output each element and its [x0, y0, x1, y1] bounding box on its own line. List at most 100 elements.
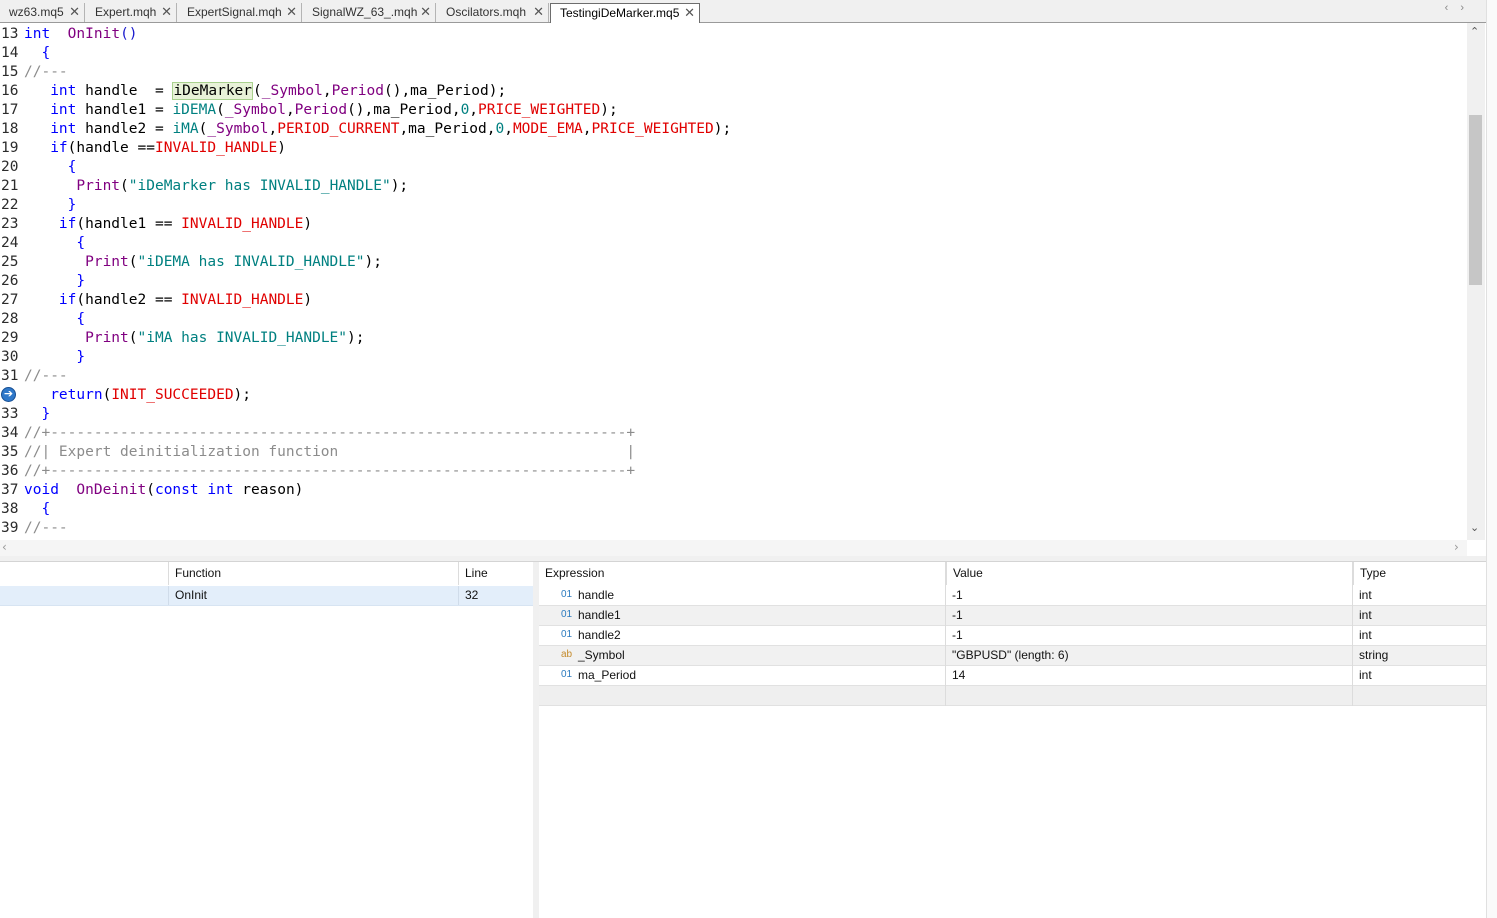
tab-oscilators[interactable]: Oscilators.mqh ✕ [437, 3, 549, 22]
code-token: //+-------------------------------------… [24, 425, 636, 441]
code-line[interactable]: 34 //+-----------------------------------… [0, 424, 1460, 443]
code-line[interactable]: 15 //--- [0, 63, 1460, 82]
code-line[interactable]: 18 int handle2 = iMA(_Symbol,PERIOD_CURR… [0, 120, 1460, 139]
code-text: } [24, 405, 50, 424]
code-line[interactable]: 27 if(handle2 == INVALID_HANDLE) [0, 291, 1460, 310]
chevron-left-icon[interactable]: ‹ [1445, 2, 1461, 14]
code-token: (handle2 == [76, 292, 182, 308]
code-text: { [24, 310, 85, 329]
code-line[interactable]: 31 //--- [0, 367, 1460, 386]
code-text: { [24, 44, 50, 63]
watch-row[interactable]: ab _Symbol "GBPUSD" (length: 6) string [539, 646, 1486, 666]
editor-horizontal-scrollbar[interactable]: ‹ › [0, 540, 1467, 556]
column-header-line[interactable]: Line [458, 562, 533, 585]
code-editor[interactable]: 13 int OnInit() 14 {15//--- 16 int handle =… [0, 23, 1486, 540]
code-line[interactable]: 30 } [0, 348, 1460, 367]
code-token: ); [364, 254, 382, 270]
tab-expert-signal[interactable]: ExpertSignal.mqh ✕ [178, 3, 302, 22]
watch-row[interactable]: 01 handle2 -1 int [539, 626, 1486, 646]
code-text: } [24, 348, 85, 367]
close-icon[interactable]: ✕ [533, 3, 544, 21]
scroll-left-icon[interactable]: ‹ [2, 540, 7, 554]
tab-signal-wz63[interactable]: SignalWZ_63_.mqh ✕ [303, 3, 436, 22]
tab-scroll-arrows[interactable]: ‹› [1445, 2, 1476, 14]
code-line[interactable]: 35 //| Expert deinitialization function | [0, 443, 1460, 462]
tab-expert[interactable]: Expert.mqh ✕ [86, 3, 177, 22]
close-icon[interactable]: ✕ [69, 3, 80, 21]
code-line[interactable]: 19 if(handle ==INVALID_HANDLE) [0, 139, 1460, 158]
column-header-type[interactable]: Type [1353, 562, 1486, 585]
code-token: ) [277, 140, 286, 156]
table-row[interactable]: OnInit 32 [0, 586, 533, 606]
code-line[interactable]: 38 { [0, 500, 1460, 519]
code-text: int handle1 = iDEMA(_Symbol,Period(),ma_… [24, 101, 618, 120]
code-token: ); [390, 178, 409, 194]
code-line[interactable]: 36 //+-----------------------------------… [0, 462, 1460, 481]
code-line[interactable]: 37 void OnDeinit(const int reason) [0, 481, 1460, 500]
code-line[interactable]: 16 int handle = iDeMarker(_Symbol,Period… [0, 82, 1460, 101]
code-line[interactable]: 29 Print("iMA has INVALID_HANDLE"); [0, 329, 1460, 348]
code-text: Print("iDEMA has INVALID_HANDLE"); [24, 253, 382, 272]
code-text: int handle = iDeMarker(_Symbol,Period(),… [24, 82, 506, 101]
code-line[interactable]: 25 Print("iDEMA has INVALID_HANDLE"); [0, 253, 1460, 272]
code-line[interactable]: 17 int handle1 = iDEMA(_Symbol,Period(),… [0, 101, 1460, 120]
code-line[interactable]: 28 { [0, 310, 1460, 329]
code-line[interactable]: 23 if(handle1 == INVALID_HANDLE) [0, 215, 1460, 234]
code-token: _Symbol [207, 121, 269, 137]
code-line[interactable]: 39 //--- [0, 519, 1460, 538]
editor-vertical-scrollbar[interactable]: ⌃ ⌄ [1467, 23, 1485, 540]
tab-label: SignalWZ_63_.mqh [312, 5, 418, 19]
code-text: Print("iMA has INVALID_HANDLE"); [24, 329, 364, 348]
line-number: 33 [1, 406, 19, 422]
code-text: //--- [24, 367, 68, 386]
column-header-expression[interactable]: Expression [539, 562, 946, 585]
line-number: 37 [1, 482, 19, 498]
close-icon[interactable]: ✕ [684, 4, 695, 22]
watch-type: string [1359, 648, 1389, 662]
code-line[interactable]: ➔ return(INIT_SUCCEEDED); [0, 386, 1460, 405]
watch-expression: handle2 [578, 628, 621, 642]
code-token: , [322, 83, 332, 99]
scrollbar-thumb[interactable] [1469, 115, 1482, 285]
close-icon[interactable]: ✕ [286, 3, 297, 21]
close-icon[interactable]: ✕ [161, 3, 172, 21]
code-line[interactable]: 24 { [0, 234, 1460, 253]
scroll-right-icon[interactable]: › [1454, 540, 1459, 554]
code-token: "iDeMarker has INVALID_HANDLE" [128, 178, 391, 194]
code-line[interactable]: 20 { [0, 158, 1460, 177]
watch-new-expression-row[interactable] [539, 686, 1486, 706]
code-token: } [67, 197, 77, 213]
int-type-icon: 01 [561, 589, 573, 600]
tab-label: wz63.mq5 [9, 5, 64, 19]
close-icon[interactable]: ✕ [420, 3, 431, 21]
column-header-function[interactable]: Function [168, 562, 458, 585]
watch-row[interactable]: 01 handle1 -1 int [539, 606, 1486, 626]
code-token: , [504, 121, 513, 137]
tab-wz63[interactable]: wz63.mq5 ✕ [0, 3, 85, 22]
scroll-up-icon[interactable]: ⌃ [1470, 25, 1479, 38]
code-line[interactable]: 33 } [0, 405, 1460, 424]
tab-testing-idemarker[interactable]: TestingiDeMarker.mq5 ✕ [550, 3, 700, 23]
line-number: 20 [1, 159, 19, 175]
watch-row[interactable]: 01 ma_Period 14 int [539, 666, 1486, 686]
code-line[interactable]: 14 { [0, 44, 1460, 63]
scroll-down-icon[interactable]: ⌄ [1470, 521, 1479, 534]
code-line[interactable]: 22 } [0, 196, 1460, 215]
code-line[interactable]: 26 } [0, 272, 1460, 291]
code-line[interactable]: 21 Print("iDeMarker has INVALID_HANDLE")… [0, 177, 1460, 196]
code-token: OnInit [67, 26, 121, 42]
line-number: 38 [1, 501, 19, 517]
code-line[interactable]: 13 int OnInit() [0, 25, 1460, 44]
watch-type: int [1359, 668, 1372, 682]
watch-row[interactable]: 01 handle -1 int [539, 586, 1486, 606]
column-header-value[interactable]: Value [946, 562, 1353, 585]
code-text: //--- [24, 519, 68, 538]
chevron-right-icon[interactable]: › [1460, 2, 1476, 14]
code-text: { [24, 158, 77, 177]
line-number: 35 [1, 444, 19, 460]
code-token: int [50, 83, 77, 99]
code-token: (handle1 == [76, 216, 182, 232]
